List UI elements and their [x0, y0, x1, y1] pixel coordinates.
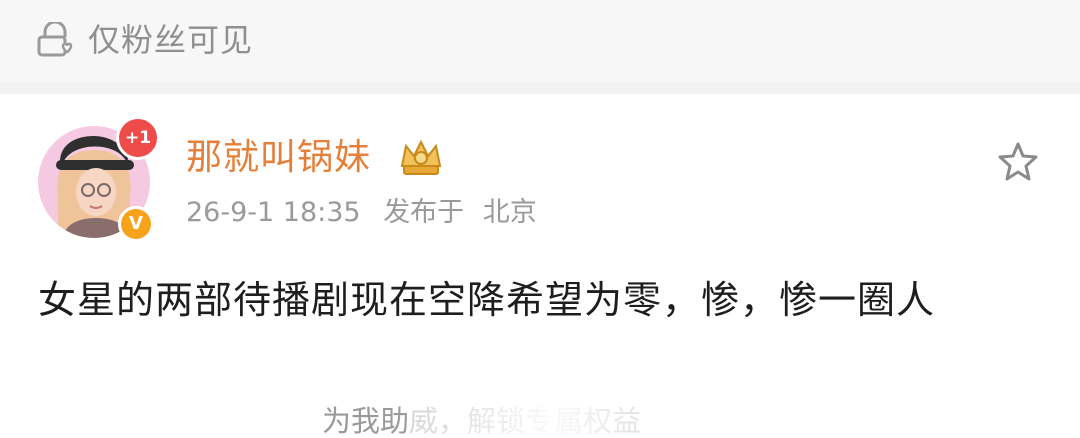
post-meta: 26-9-1 18:35 发布于 北京: [186, 196, 537, 230]
avatar[interactable]: +1 V: [38, 116, 160, 242]
post-location: 北京: [482, 197, 537, 228]
notification-badge: +1: [116, 116, 160, 160]
blur-overlay: [410, 396, 690, 438]
section-divider: [0, 82, 1080, 94]
verified-badge: V: [118, 206, 154, 242]
visibility-label: 仅粉丝可见: [88, 21, 254, 59]
post-timestamp: 26-9-1 18:35: [186, 197, 361, 228]
star-icon[interactable]: [994, 138, 1042, 186]
post-content: 女星的两部待播剧现在空降希望为零，惨，惨一圈人: [38, 278, 936, 322]
username[interactable]: 那就叫锅妹: [186, 136, 371, 180]
lock-heart-icon: [37, 22, 73, 57]
crown-badge-icon: [400, 139, 442, 175]
visibility-header: 仅粉丝可见: [0, 0, 1080, 82]
published-label: 发布于: [383, 197, 465, 228]
